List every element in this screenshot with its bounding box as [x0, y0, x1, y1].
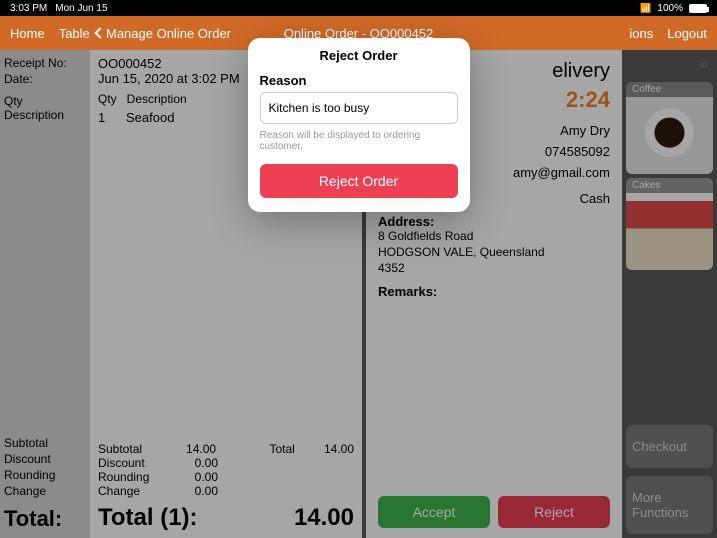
- col-desc: Description: [127, 92, 187, 106]
- category-tile-coffee[interactable]: Coffee: [626, 82, 713, 174]
- label-rounding: Rounding: [4, 468, 86, 482]
- tile-label: Cakes: [626, 178, 713, 193]
- address-label: Address:: [378, 214, 434, 229]
- more-functions-button[interactable]: More Functions: [626, 476, 713, 534]
- status-time: 3:03 PM: [10, 3, 47, 14]
- address-line-1: 8 Goldfields Road: [378, 229, 610, 245]
- col-qty: Qty: [98, 92, 117, 106]
- total-label: Total (1):: [98, 504, 198, 532]
- sum-total-v: 14.00: [305, 442, 354, 456]
- checkout-button[interactable]: Checkout: [626, 425, 713, 468]
- category-tile-cakes[interactable]: Cakes: [626, 178, 713, 270]
- label-total: Total:: [4, 506, 86, 532]
- wifi-icon: [640, 3, 651, 14]
- status-date: Mon Jun 15: [55, 3, 107, 14]
- label-change: Change: [4, 484, 86, 498]
- total-value: 14.00: [294, 504, 354, 532]
- ios-status-bar: 3:03 PM Mon Jun 15 100%: [0, 0, 717, 16]
- sum-change-v: 0.00: [168, 484, 218, 498]
- tile-label: Coffee: [626, 82, 713, 97]
- sum-discount-l: Discount: [98, 456, 168, 470]
- category-sidebar: ⌕ Coffee Cakes Checkout More Functions: [622, 50, 717, 538]
- nav-logout[interactable]: Logout: [667, 26, 707, 41]
- reason-label: Reason: [260, 73, 458, 88]
- back-label: Manage Online Order: [106, 26, 231, 41]
- address-line-2: HODGSON VALE, Queensland: [378, 245, 610, 261]
- reason-hint: Reason will be displayed to ordering cus…: [260, 130, 458, 152]
- nav-home[interactable]: Home: [10, 26, 45, 41]
- search-icon[interactable]: ⌕: [626, 54, 713, 78]
- sum-total-l: Total: [216, 442, 305, 456]
- nav-actions[interactable]: ions: [629, 26, 653, 41]
- reject-button[interactable]: Reject: [498, 496, 610, 528]
- item-name: Seafood: [126, 110, 174, 125]
- nav-table[interactable]: Table: [59, 26, 90, 41]
- sum-change-l: Change: [98, 484, 168, 498]
- receipt-labels-column: Receipt No: Date: Qty Description Subtot…: [0, 50, 90, 538]
- reject-order-modal: Reject Order Reason Reason will be displ…: [248, 38, 470, 212]
- battery-icon: [689, 4, 707, 13]
- back-button[interactable]: Manage Online Order: [96, 26, 231, 41]
- sum-rounding-v: 0.00: [168, 470, 218, 484]
- confirm-reject-button[interactable]: Reject Order: [260, 164, 458, 198]
- sum-rounding-l: Rounding: [98, 470, 168, 484]
- label-receipt-no: Receipt No:: [4, 56, 86, 70]
- sum-subtotal-l: Subtotal: [98, 442, 167, 456]
- remarks-label: Remarks:: [378, 284, 437, 299]
- label-subtotal: Subtotal: [4, 436, 86, 450]
- sum-subtotal-v: 14.00: [167, 442, 216, 456]
- modal-title: Reject Order: [260, 48, 458, 63]
- chevron-left-icon: [94, 27, 105, 38]
- reason-input[interactable]: [260, 92, 458, 124]
- label-qty-desc: Qty Description: [4, 94, 86, 122]
- accept-button[interactable]: Accept: [378, 496, 490, 528]
- sum-discount-v: 0.00: [168, 456, 218, 470]
- label-date: Date:: [4, 72, 86, 86]
- item-qty: 1: [98, 110, 116, 125]
- address-line-3: 4352: [378, 261, 610, 277]
- payment-value: Cash: [580, 191, 610, 206]
- battery-percent: 100%: [657, 3, 683, 14]
- label-discount: Discount: [4, 452, 86, 466]
